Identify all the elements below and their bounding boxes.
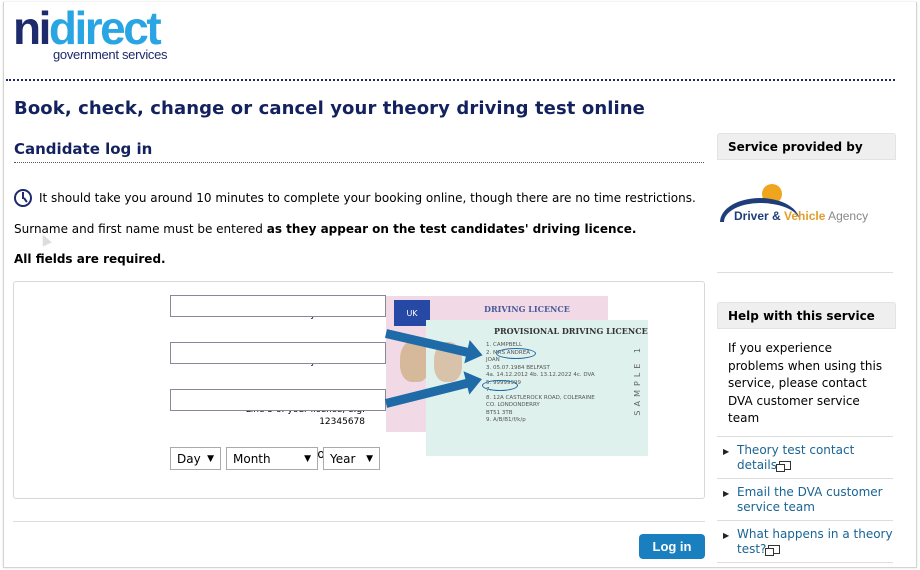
name-note-text: Surname and first name must be entered: [14, 222, 267, 236]
chevron-down-icon: ▼: [366, 453, 373, 464]
licence-line: CO. LONDONDERRY: [486, 402, 540, 408]
dva-logo-text: Driver &: [734, 209, 785, 223]
chevron-down-icon: ▼: [304, 453, 311, 464]
sidebar-divider: [717, 520, 893, 521]
dob-day-select[interactable]: Day ▼: [170, 447, 221, 470]
dob-day-value: Day: [177, 451, 201, 466]
licence-front-title: PROVISIONAL DRIVING LICENCE: [494, 326, 648, 336]
sidebar-divider: [717, 562, 893, 563]
link-label[interactable]: Theory test contact details: [737, 443, 854, 472]
highlight-oval: [482, 380, 518, 391]
surname-input[interactable]: [170, 295, 386, 317]
header-divider: [6, 79, 895, 81]
form-footer-divider: [13, 521, 705, 522]
licence-line: BT51 3TB: [486, 409, 513, 416]
dob-year-select[interactable]: Year ▼: [323, 447, 380, 470]
time-note: It should take you around 10 minutes to …: [14, 189, 696, 207]
name-note: Surname and first name must be entered a…: [14, 222, 636, 236]
sidebar-divider: [717, 272, 893, 273]
help-text: If you experience problems when using th…: [728, 341, 883, 425]
first-name-input[interactable]: [170, 342, 386, 364]
dob-year-value: Year: [330, 451, 356, 466]
bullet-icon: ▶: [723, 447, 730, 456]
sidebar-divider: [717, 478, 893, 479]
link-email-dva[interactable]: ▶ Email the DVA customer service team: [723, 485, 893, 515]
flag-text: UK: [406, 308, 418, 318]
external-window-icon: [775, 461, 791, 472]
licence-line: 9. A/B/B1/f/k/p: [486, 417, 526, 423]
sidebar-divider: [717, 436, 893, 437]
page-title: Book, check, change or cancel your theor…: [14, 98, 645, 119]
dva-logo[interactable]: Driver & Vehicle Agency: [718, 182, 878, 232]
time-note-text: It should take you around 10 minutes to …: [39, 191, 696, 205]
licence-line: 4a. 14.12.2012 4b. 13.12.2022 4c. DVA: [486, 372, 595, 378]
section-divider: [14, 162, 704, 163]
link-what-happens-theory-test[interactable]: ▶ What happens in a theory test?: [723, 527, 893, 557]
nidirect-logo[interactable]: nidirect government services: [13, 5, 168, 62]
help-heading: Help with this service: [717, 302, 896, 329]
licence-number-hint-example: 12345678: [319, 417, 365, 427]
sample-watermark: SAMPLE 1: [633, 344, 642, 416]
link-label[interactable]: Email the DVA customer service team: [737, 485, 883, 514]
licence-line: JOAN: [486, 357, 500, 363]
external-window-icon: [765, 545, 781, 556]
licence-example-image: UK DRIVING LICENCE PROVISIONAL DRIVING L…: [384, 296, 648, 458]
licence-line: 8. 12A CASTLEROCK ROAD, COLERAINE: [486, 394, 595, 401]
logo-ni: ni: [13, 2, 51, 54]
service-provided-heading: Service provided by: [717, 133, 896, 160]
licence-line: 3. 05.07.1984 BELFAST: [486, 364, 550, 371]
name-note-bold: as they appear on the test candidates' d…: [266, 222, 637, 236]
required-note: All fields are required.: [14, 252, 166, 266]
dva-logo-text: Agency: [825, 209, 869, 223]
logo-subtitle: government services: [53, 47, 168, 62]
bullet-icon: ▶: [723, 531, 730, 540]
dva-logo-text: Vehicle: [784, 209, 826, 223]
dob-month-select[interactable]: Month ▼: [226, 447, 318, 470]
link-label[interactable]: What happens in a theory test?: [737, 527, 893, 556]
link-theory-test-contact[interactable]: ▶ Theory test contact details: [723, 443, 893, 473]
licence-number-input[interactable]: [170, 389, 386, 411]
bullet-icon: ▶: [723, 489, 730, 498]
clock-icon: [14, 189, 32, 207]
eu-flag-icon: UK: [394, 300, 430, 326]
dob-month-value: Month: [233, 451, 271, 466]
login-button[interactable]: Log in: [639, 534, 705, 559]
chevron-down-icon: ▼: [207, 453, 214, 464]
licence-back-title: DRIVING LICENCE: [484, 304, 570, 314]
section-title: Candidate log in: [14, 140, 153, 158]
highlight-oval: [496, 348, 536, 359]
